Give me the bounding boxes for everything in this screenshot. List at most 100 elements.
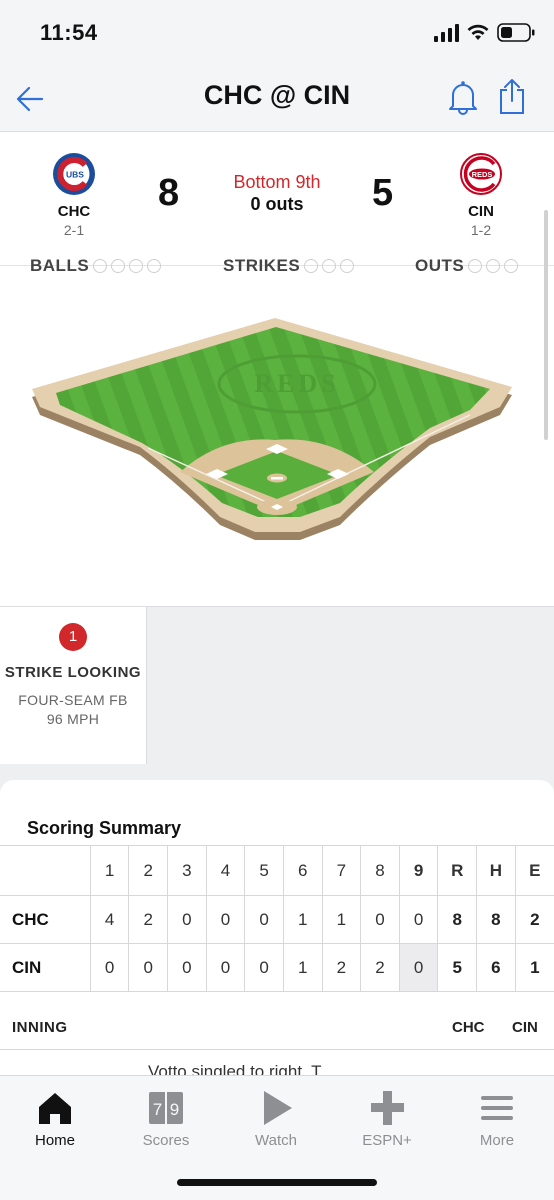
inning-header: 8 xyxy=(360,845,400,896)
line-score-header-row: 1 2 3 4 5 6 7 8 9 R H E xyxy=(0,845,554,896)
inning-status: Bottom 9th xyxy=(233,172,321,192)
total-runs: 8 xyxy=(437,895,478,944)
svg-text:7: 7 xyxy=(153,1100,162,1119)
tab-label: ESPN+ xyxy=(362,1132,412,1149)
tab-more[interactable]: More xyxy=(447,1088,547,1149)
line-score-row-chc: CHC 4 2 0 0 0 1 1 0 0 8 8 2 xyxy=(0,895,554,944)
inning-score: 1 xyxy=(282,895,323,944)
inning-score: 0 xyxy=(205,943,246,992)
inning-score: 2 xyxy=(321,943,362,992)
cellular-signal-icon xyxy=(434,24,459,42)
away-team[interactable]: UBS CHC 2-1 xyxy=(34,152,114,238)
tab-espn-plus[interactable]: ESPN+ xyxy=(337,1088,437,1149)
inning-score: 0 xyxy=(128,943,169,992)
strike-dot xyxy=(340,259,355,273)
inning-header: 5 xyxy=(244,845,284,896)
reds-logo-icon: REDS xyxy=(460,153,502,195)
status-bar: 11:54 xyxy=(0,0,554,66)
total-errors: 1 xyxy=(514,943,554,992)
ball-dot xyxy=(93,259,108,273)
inning-header: 4 xyxy=(205,845,246,896)
inning-header: 2 xyxy=(128,845,169,896)
inning-score: 4 xyxy=(89,895,130,944)
outs-status: 0 outs xyxy=(250,194,304,214)
inning-score: 1 xyxy=(321,895,362,944)
tab-watch[interactable]: Watch xyxy=(226,1088,326,1149)
summary-title: Scoring Summary xyxy=(27,818,182,838)
share-icon[interactable] xyxy=(496,77,528,115)
pitch-panel: 1 STRIKE LOOKING FOUR-SEAM FB 96 MPH xyxy=(0,606,554,765)
count-row: BALLS STRIKES OUTS xyxy=(0,250,554,280)
strike-dot xyxy=(322,259,337,273)
cubs-logo-text: UBS xyxy=(66,170,84,180)
plus-icon xyxy=(371,1091,404,1125)
pitch-result: STRIKE LOOKING xyxy=(4,664,142,681)
out-dot xyxy=(504,259,519,273)
inning-plays-header: INNING CHC CIN xyxy=(0,1004,554,1050)
home-indicator[interactable] xyxy=(177,1179,377,1186)
wifi-icon xyxy=(467,24,489,40)
home-team-abbr: CIN xyxy=(468,203,494,220)
inning-header-current: 9 xyxy=(398,845,439,896)
field-logo-text: REDS xyxy=(254,369,339,398)
game-state: Bottom 9th 0 outs xyxy=(177,172,377,215)
hits-header: H xyxy=(476,845,516,896)
inning-score-current: 0 xyxy=(398,943,439,992)
team-name: CHC xyxy=(0,895,91,944)
tab-label: More xyxy=(479,1132,515,1149)
total-hits: 6 xyxy=(476,943,516,992)
inning-score: 0 xyxy=(167,895,207,944)
ballpark-field: REDS xyxy=(32,318,512,540)
away-runs: 8 xyxy=(158,172,180,214)
pitch-speed: 96 MPH xyxy=(46,711,100,727)
battery-icon xyxy=(497,23,535,42)
inning-score: 2 xyxy=(128,895,169,944)
cin-column-label: CIN xyxy=(512,1019,538,1036)
total-errors: 2 xyxy=(514,895,554,944)
out-dot xyxy=(468,259,483,273)
pitch-card[interactable]: 1 STRIKE LOOKING FOUR-SEAM FB 96 MPH xyxy=(0,607,147,765)
status-time: 11:54 xyxy=(40,20,98,45)
home-team-record: 1-2 xyxy=(470,222,492,238)
inning-score: 0 xyxy=(167,943,207,992)
strikes-label: STRIKES xyxy=(223,256,301,275)
bell-icon[interactable] xyxy=(447,79,479,115)
outs-count: OUTS xyxy=(415,256,519,276)
inning-score: 0 xyxy=(398,895,439,944)
inning-score: 2 xyxy=(360,943,400,992)
inning-score: 0 xyxy=(244,943,284,992)
inning-score: 0 xyxy=(89,943,130,992)
pitch-type-name: FOUR-SEAM FB xyxy=(18,692,128,708)
cubs-logo-icon: UBS xyxy=(53,153,95,195)
inning-header: 6 xyxy=(282,845,323,896)
away-team-abbr: CHC xyxy=(57,203,91,220)
score-header: UBS CHC 2-1 8 Bottom 9th 0 outs 5 REDS C… xyxy=(0,132,554,266)
home-runs: 5 xyxy=(372,172,394,214)
pitch-type: FOUR-SEAM FB 96 MPH xyxy=(0,691,146,729)
play-icon xyxy=(264,1091,292,1125)
home-team[interactable]: REDS CIN 1-2 xyxy=(441,152,521,238)
nav-bar: CHC @ CIN xyxy=(0,66,554,132)
tab-scores[interactable]: 7 9 Scores xyxy=(116,1088,216,1149)
total-runs: 5 xyxy=(437,943,478,992)
out-dot xyxy=(486,259,501,273)
tab-home[interactable]: Home xyxy=(5,1088,105,1149)
line-score-row-cin: CIN 0 0 0 0 0 1 2 2 0 5 6 1 xyxy=(0,943,554,992)
away-team-record: 2-1 xyxy=(63,222,85,238)
ball-dot xyxy=(147,259,162,273)
tab-label: Home xyxy=(34,1132,75,1149)
total-hits: 8 xyxy=(476,895,516,944)
inning-header: 7 xyxy=(321,845,362,896)
pitch-number-badge: 1 xyxy=(59,623,87,651)
team-name: CIN xyxy=(0,943,91,992)
inning-score: 0 xyxy=(244,895,284,944)
inning-label: INNING xyxy=(12,1019,68,1036)
chc-column-label: CHC xyxy=(452,1019,485,1036)
svg-text:9: 9 xyxy=(170,1100,179,1119)
outs-label: OUTS xyxy=(415,256,465,275)
inning-header: 3 xyxy=(167,845,207,896)
balls-count: BALLS xyxy=(30,256,162,276)
inning-score: 0 xyxy=(205,895,246,944)
tab-label: Scores xyxy=(142,1132,190,1149)
strikes-count: STRIKES xyxy=(223,256,355,276)
